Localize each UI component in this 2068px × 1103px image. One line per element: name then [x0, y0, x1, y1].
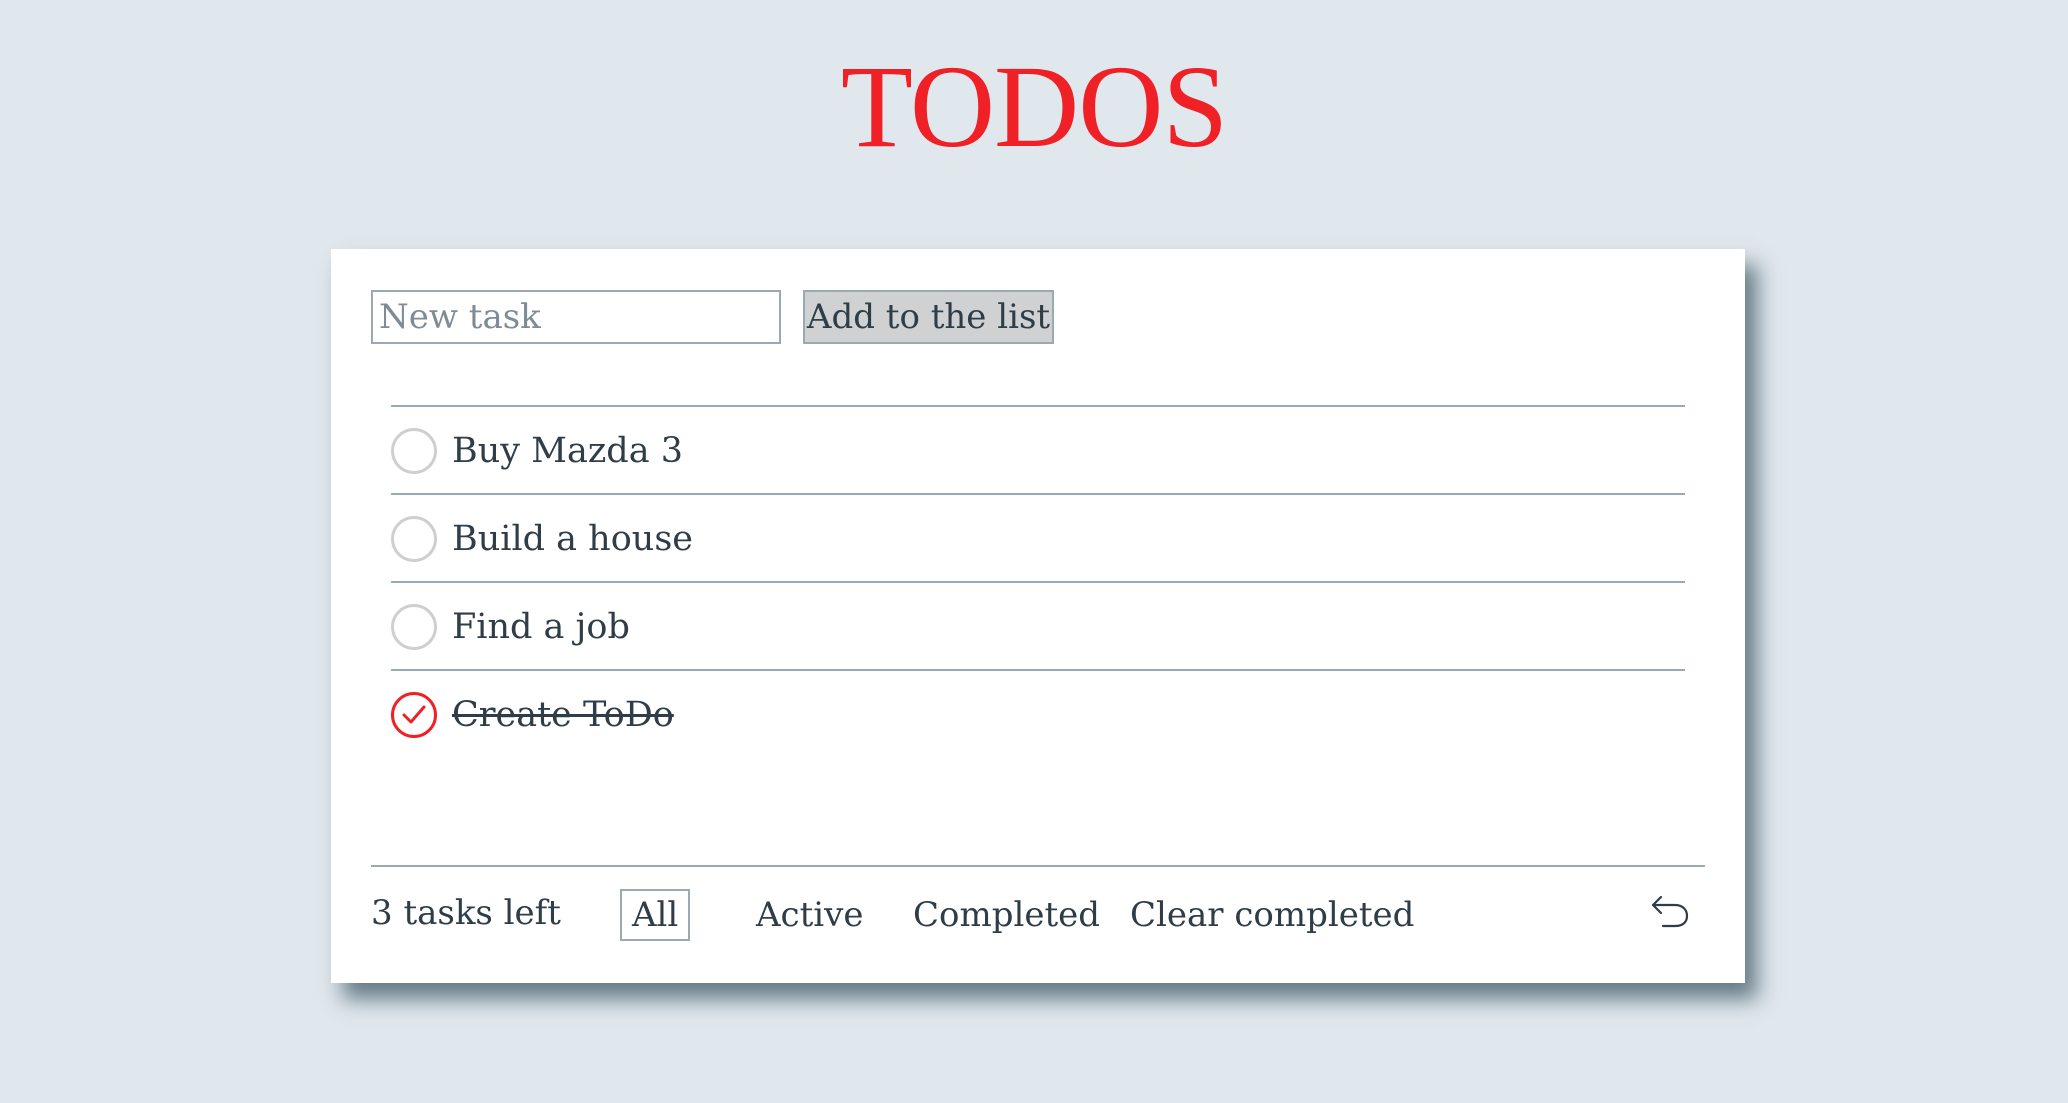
checkmark-icon	[402, 705, 426, 724]
todo-card: Add to the list Buy Mazda 3 Build a hous…	[331, 249, 1745, 983]
todo-text[interactable]: Buy Mazda 3	[452, 429, 683, 473]
tasks-left-count: 3 tasks left	[371, 893, 561, 933]
todo-item: Build a house	[391, 495, 1685, 583]
todo-text[interactable]: Create ToDo	[452, 693, 674, 737]
todo-footer: 3 tasks left All Active Completed Clear …	[371, 865, 1705, 967]
page-title: TODOS	[840, 41, 1228, 172]
todo-list: Buy Mazda 3 Build a house Find a job Cre…	[391, 405, 1685, 759]
todo-item: Create ToDo	[391, 671, 1685, 759]
todo-checkbox[interactable]	[391, 604, 437, 650]
todo-text[interactable]: Find a job	[452, 605, 630, 649]
todo-item: Buy Mazda 3	[391, 407, 1685, 495]
todo-checkbox-checked[interactable]	[391, 692, 437, 738]
todo-item: Find a job	[391, 583, 1685, 671]
todo-checkbox[interactable]	[391, 516, 437, 562]
add-task-button[interactable]: Add to the list	[803, 290, 1054, 344]
filter-all[interactable]: All	[620, 889, 691, 941]
undo-arrow-icon[interactable]	[1647, 891, 1691, 935]
todo-text[interactable]: Build a house	[452, 517, 693, 561]
todo-checkbox[interactable]	[391, 428, 437, 474]
clear-completed-button[interactable]: Clear completed	[1118, 889, 1426, 941]
new-task-input[interactable]	[371, 290, 781, 344]
todo-app: TODOS Add to the list Buy Mazda 3 Build …	[0, 0, 2068, 1103]
filter-active[interactable]: Active	[744, 889, 875, 941]
filter-completed[interactable]: Completed	[901, 889, 1112, 941]
